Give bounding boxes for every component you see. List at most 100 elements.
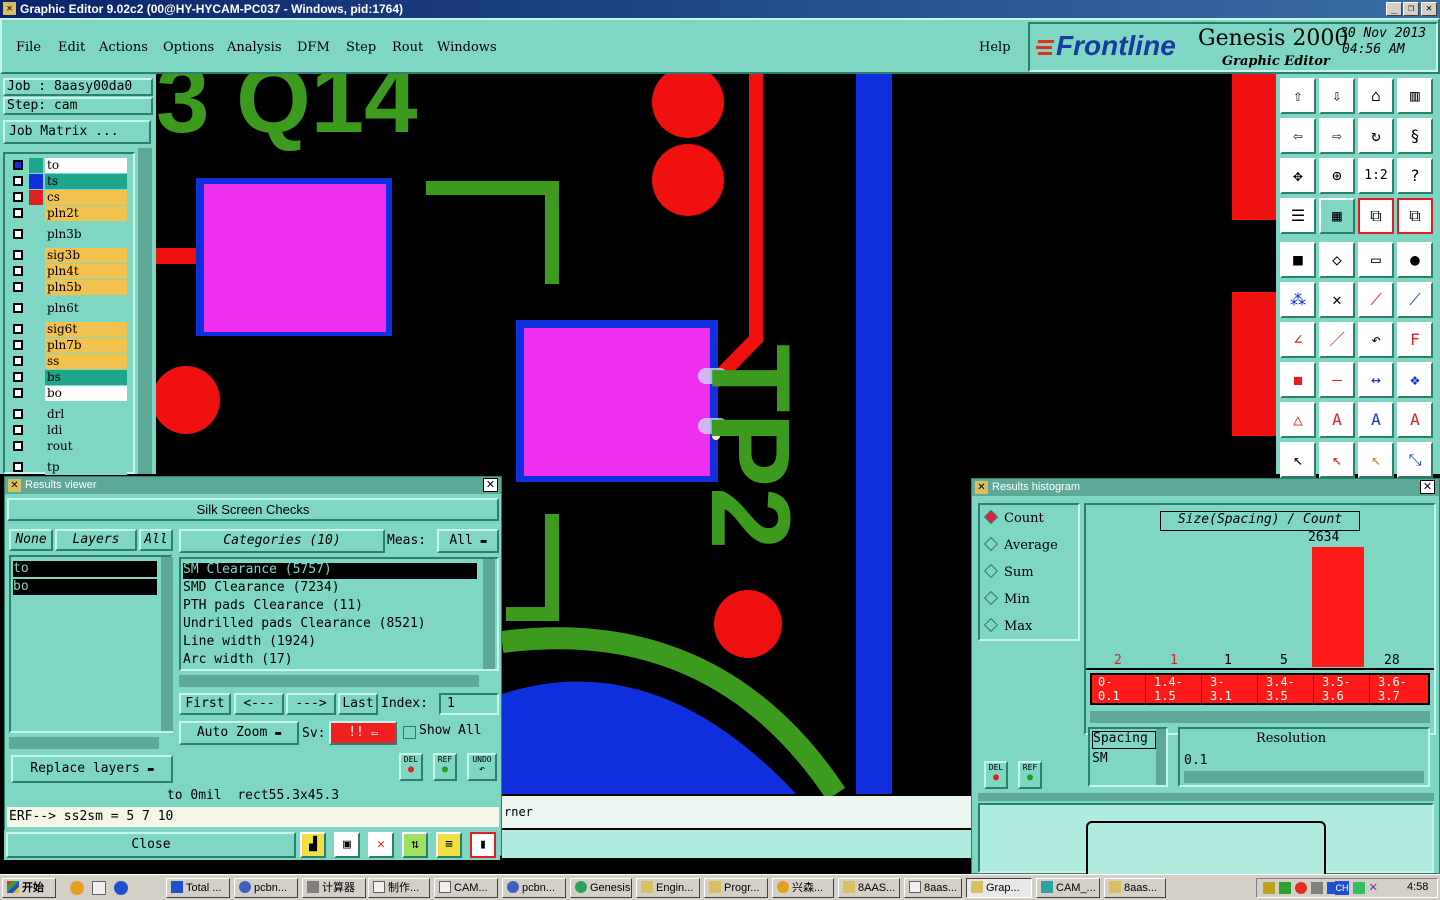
layer-row-pln3b[interactable]: pln3b [11,227,129,242]
mode-max[interactable]: Max [983,617,1032,634]
show-all-checkbox[interactable] [403,726,416,739]
magenta-pad[interactable] [524,328,710,476]
layer-checkbox[interactable] [13,356,23,366]
menu-help[interactable]: Help [979,40,1011,55]
histogram-bottom-scroll[interactable] [978,793,1434,801]
category-item[interactable]: SM Clearance (5757) [183,561,332,579]
auto-zoom-dropdown[interactable]: Auto Zoom ▬ [179,721,299,745]
prev-button[interactable]: <--- [234,693,284,715]
layer-checkbox[interactable] [13,372,23,382]
red-pad[interactable] [652,144,724,216]
category-item[interactable]: Undrilled pads Clearance (8521) [183,615,426,633]
pad-display-icon[interactable]: ● [1397,242,1433,278]
tray-icon[interactable]: ✕ [1369,879,1377,895]
category-item[interactable]: SMD Clearance (7234) [183,579,340,597]
sort-icon[interactable]: ⇅ [402,832,428,858]
ruler-icon[interactable]: ▭ [1358,242,1394,278]
notes-icon[interactable]: ≡ [436,832,462,858]
categories-scrollbar[interactable] [483,559,495,669]
triangle-c-icon[interactable]: A [1397,402,1433,438]
tray-icon[interactable] [1279,882,1291,894]
start-button[interactable]: 开始 [2,878,56,898]
menu-edit[interactable]: Edit [58,40,85,55]
layer-row-ldi[interactable]: ldi [11,423,129,438]
outline-mode-icon[interactable]: ◇ [1319,242,1355,278]
mode-count[interactable]: Count [983,509,1044,526]
layer-checkbox[interactable] [13,425,23,435]
histogram-icon[interactable]: ▮ [470,832,496,858]
layer-checkbox[interactable] [13,282,23,292]
taskbar-item[interactable]: 8aas... [904,878,962,898]
replace-layers-dropdown[interactable]: Replace layers ▬ [11,755,173,783]
pad-add-icon[interactable]: ◼ [1280,362,1316,398]
layer-checkbox[interactable] [13,176,23,186]
layer-checkbox[interactable] [13,303,23,313]
taskbar-item[interactable]: Total ... [166,878,230,898]
close-icon[interactable]: ✕ [483,478,498,492]
close-icon[interactable]: ✕ [1420,480,1435,494]
layer-checkbox[interactable] [13,388,23,398]
category-item[interactable]: Arc width (17) [183,651,293,669]
layer-row-to[interactable]: to [11,158,129,173]
multi-layer-icon[interactable]: ⧉ [1397,198,1433,234]
zoom-fit-icon[interactable]: ✥ [1280,158,1316,194]
layer-row-pln2t[interactable]: pln2t [11,206,129,221]
taskbar-item[interactable]: pcbn... [502,878,566,898]
taskbar-item[interactable]: 制作... [368,878,430,898]
all-button[interactable]: All [139,529,173,551]
layer-row-tp[interactable]: tp [11,460,129,475]
connect-icon[interactable]: ⁂ [1280,282,1316,318]
layer-row-pln7b[interactable]: pln7b [11,338,129,353]
menu-dfm[interactable]: DFM [297,40,330,55]
layer-row-bs[interactable]: bs [11,370,129,385]
taskbar-item[interactable]: CAM... [434,878,498,898]
layer-row-sig6t[interactable]: sig6t [11,322,129,337]
mode-min[interactable]: Min [983,590,1030,607]
menu-rout[interactable]: Rout [392,40,423,55]
layer-checkbox[interactable] [13,250,23,260]
layer-checkbox[interactable] [13,324,23,334]
bin-cell[interactable]: 3.4- 3.5 [1260,675,1314,705]
house-icon[interactable]: ⌂ [1358,78,1394,114]
layer-checkbox[interactable] [13,409,23,419]
cluster-icon[interactable]: ❖ [1397,362,1433,398]
bin-cell[interactable]: 3.5- 3.6 [1316,675,1370,705]
snap-icon[interactable]: § [1397,118,1433,154]
select-arrow-icon[interactable]: ↖ [1280,442,1316,478]
taskbar-item[interactable]: Genesis [570,878,632,898]
spacing-icon[interactable]: ↔ [1358,362,1394,398]
taskbar-item[interactable]: pcbn... [234,878,298,898]
spacing-item[interactable]: Spacing [1092,731,1156,749]
highlight-layer-icon[interactable]: ⧉ [1358,198,1394,234]
mode-sum[interactable]: Sum [983,563,1034,580]
layers-button[interactable]: Layers [55,529,137,551]
last-button[interactable]: Last [338,693,378,715]
layer-row-bo[interactable]: bo [11,386,129,401]
grid-icon[interactable]: ▦ [1319,198,1355,234]
red-pad[interactable] [714,590,782,658]
del-button[interactable]: DEL ● [399,753,423,781]
category-item[interactable]: Line width (1924) [183,633,316,651]
tray-icon[interactable] [1353,882,1365,894]
taskbar-item[interactable]: 兴森... [772,878,834,898]
bin-cell[interactable]: 1.4- 1.5 [1148,675,1202,705]
layer-row-ss[interactable]: ss [11,354,129,369]
tray-icon[interactable] [1295,882,1307,894]
ref-button[interactable]: REF ● [433,753,457,781]
menu-actions[interactable]: Actions [99,40,148,55]
report-icon[interactable]: ▟ [300,832,326,858]
minimize-button[interactable]: _ [1386,2,1402,16]
mode-average[interactable]: Average [983,536,1058,553]
maximize-button[interactable]: ❐ [1403,2,1419,16]
layer-checkbox[interactable] [13,441,23,451]
route-icon[interactable]: ⤡ [1397,442,1433,478]
layer-row-ts[interactable]: ts [11,174,129,189]
tray-icon[interactable] [1263,882,1275,894]
layer-checkbox[interactable] [13,266,23,276]
home-step-icon[interactable]: ⇧ [1280,78,1316,114]
histogram-ref-button[interactable]: REF ● [1018,761,1042,789]
layer-checkbox[interactable] [13,229,23,239]
index-input[interactable]: 1 [439,693,499,715]
pan-left-icon[interactable]: ⇦ [1280,118,1316,154]
taskbar-item[interactable]: Engin... [636,878,700,898]
